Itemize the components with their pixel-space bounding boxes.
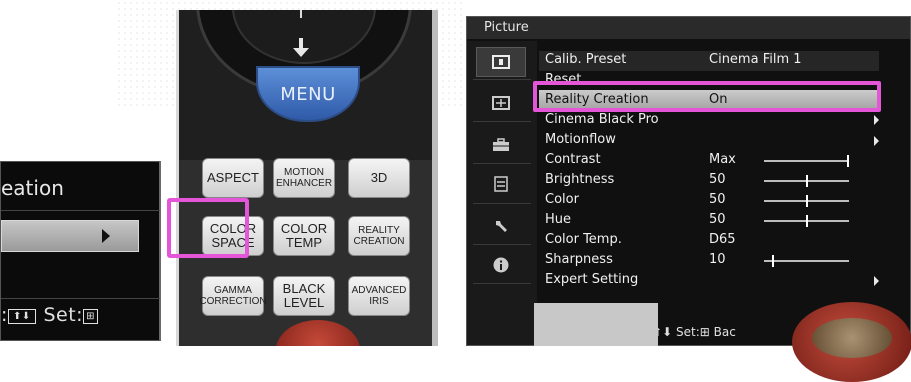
slider-knob[interactable] <box>805 195 808 207</box>
divider <box>1 210 160 211</box>
row-value: D65 <box>709 232 736 247</box>
screen-icon[interactable] <box>487 93 515 113</box>
osd-title-bar: Picture <box>467 17 910 39</box>
row-value: 50 <box>709 192 726 207</box>
menu-row-brightness[interactable]: Brightness 50 <box>539 171 879 191</box>
row-value: 50 <box>709 172 726 187</box>
reality-creation-highlight <box>167 198 249 258</box>
row-label: Contrast <box>545 152 601 167</box>
gamma-correction-button[interactable]: GAMMA CORRECTION <box>199 276 267 316</box>
reality-creation-button[interactable]: REALITY CREATION <box>348 216 410 256</box>
brightness-slider[interactable] <box>764 175 849 187</box>
row-label: Brightness <box>545 172 615 187</box>
row-label: Sharpness <box>545 252 613 267</box>
up-down-key-icon: ⬆⬇ <box>7 309 36 324</box>
row-value: 10 <box>709 252 726 267</box>
arrow-right-icon <box>874 115 879 125</box>
arrow-right-icon <box>874 276 879 286</box>
osd-sidebar <box>467 41 537 345</box>
picture-icon[interactable] <box>487 52 515 72</box>
footer-set-label: Set: <box>43 304 84 326</box>
slider-knob[interactable] <box>805 175 808 187</box>
down-arrow-icon[interactable] <box>293 48 309 57</box>
sharpness-slider[interactable] <box>764 255 849 267</box>
footer-set: Set:⊞ Bac <box>675 325 736 339</box>
menu-row-hue[interactable]: Hue 50 <box>539 211 879 231</box>
row-label: Color Temp. <box>545 232 622 247</box>
color-slider[interactable] <box>764 195 849 207</box>
row-value: 50 <box>709 212 726 227</box>
slider-knob[interactable] <box>805 215 808 227</box>
menu-row-color-temp[interactable]: Color Temp. D65 <box>539 231 879 251</box>
hue-slider[interactable] <box>764 215 849 227</box>
slider-knob[interactable] <box>771 255 774 267</box>
menu-button-label: MENU <box>280 84 336 105</box>
remote-control: MENU ASPECT MOTION ENHANCER 3D COLOR SPA… <box>176 10 438 346</box>
black-level-button[interactable]: BLACK LEVEL <box>273 276 335 316</box>
slider-knob[interactable] <box>847 155 849 167</box>
row-label: Motionflow <box>545 132 616 147</box>
row-label: Calib. Preset <box>545 52 627 67</box>
3d-button[interactable]: 3D <box>348 158 410 198</box>
arrow-right-icon <box>874 136 879 146</box>
divider <box>473 203 531 204</box>
left-osd-panel: eation : ⬆⬇ Set: ⊞ <box>0 161 161 341</box>
wrench-icon[interactable] <box>487 216 515 236</box>
row-value: Cinema Film 1 <box>709 52 802 67</box>
picture-menu-osd: Picture Calib. Preset Cinema Film 1 Rese… <box>466 16 911 346</box>
menu-row-cinema-black-pro[interactable]: Cinema Black Pro <box>539 112 879 128</box>
advanced-iris-button[interactable]: ADVANCED IRIS <box>348 276 410 316</box>
contrast-slider[interactable] <box>764 155 849 167</box>
aspect-button[interactable]: ASPECT <box>202 158 264 198</box>
footer-prefix: : <box>1 304 8 326</box>
left-osd-footer: : ⬆⬇ Set: ⊞ <box>1 304 99 326</box>
row-value: Max <box>709 152 736 167</box>
row-label: Expert Setting <box>545 272 639 287</box>
remote-edge <box>176 10 179 346</box>
reality-creation-row-highlight <box>533 81 881 112</box>
set-key-icon: ⊞ <box>83 309 99 324</box>
osd-title: Picture <box>484 20 529 35</box>
left-osd-selected-bar[interactable] <box>1 220 139 252</box>
down-arrow-stem <box>299 38 303 48</box>
arrow-right-icon <box>102 229 110 243</box>
photo-thumbnail-face <box>812 318 892 358</box>
menu-row-contrast[interactable]: Contrast Max <box>539 151 879 171</box>
function-icon[interactable] <box>487 174 515 194</box>
row-label: Color <box>545 192 579 207</box>
menu-row-color[interactable]: Color 50 <box>539 191 879 211</box>
row-label: Cinema Black Pro <box>545 112 659 127</box>
photo-thumbnail <box>276 320 360 346</box>
gray-overlay-block <box>534 303 658 346</box>
divider <box>473 121 531 122</box>
toolbox-icon[interactable] <box>487 135 515 155</box>
motion-enhancer-button[interactable]: MOTION ENHANCER <box>273 158 335 198</box>
divider <box>473 283 531 284</box>
menu-row-expert-setting[interactable]: Expert Setting <box>539 271 879 291</box>
left-osd-title: eation <box>1 176 64 200</box>
divider <box>1 298 160 299</box>
info-icon[interactable] <box>487 255 515 275</box>
color-temp-button[interactable]: COLOR TEMP <box>273 216 335 256</box>
menu-row-sharpness[interactable]: Sharpness 10 <box>539 251 879 271</box>
row-label: Hue <box>545 212 572 227</box>
remote-edge <box>432 10 438 346</box>
divider <box>473 244 531 245</box>
menu-row-calib-preset[interactable]: Calib. Preset Cinema Film 1 <box>539 51 879 71</box>
divider <box>473 79 531 80</box>
divider <box>473 163 531 164</box>
menu-row-motionflow[interactable]: Motionflow <box>539 131 879 151</box>
osd-footer: :⬆⬇ Set:⊞ Bac <box>648 325 736 339</box>
up-arrow-icon <box>300 10 302 18</box>
